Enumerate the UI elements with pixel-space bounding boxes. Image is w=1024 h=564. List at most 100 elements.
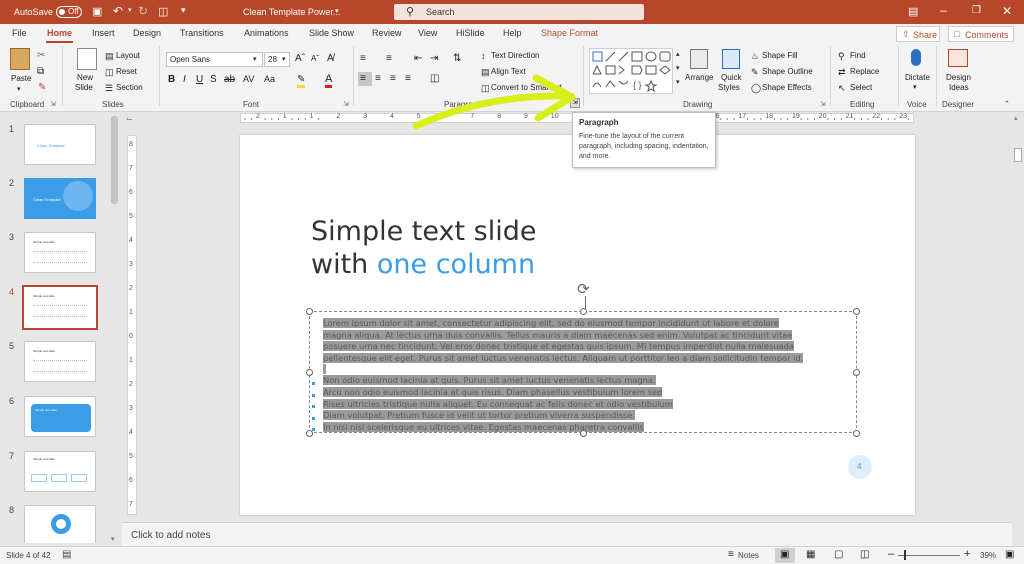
font-size-select[interactable]: 28 ▾ [264,52,290,67]
shapes-gallery[interactable]: { } [589,48,673,94]
new-slide-icon[interactable] [77,48,97,70]
zoom-slider[interactable] [898,555,960,556]
slide-thumbnail-8[interactable] [24,505,96,543]
shape-outline-button[interactable]: Shape Outline [762,67,813,76]
notes-pane[interactable]: Click to add notes [122,522,1012,546]
char-spacing-icon[interactable]: AV [243,74,254,84]
tab-review[interactable]: Review [372,28,402,38]
design-ideas-icon[interactable] [948,49,968,67]
section-button[interactable]: Section [116,83,143,92]
zoom-level[interactable]: 39% [980,551,996,560]
change-case-icon[interactable]: Aa [264,74,275,84]
zoom-in-icon[interactable]: + [964,548,970,560]
new-slide-label[interactable]: New [77,73,93,82]
autosave-toggle[interactable]: Off [56,6,82,18]
slide-thumbnail-2[interactable]: Clean Template [24,178,96,219]
highlight-icon[interactable]: ✎ [297,74,306,88]
zoom-out-icon[interactable]: – [888,548,894,560]
tab-insert[interactable]: Insert [92,28,115,38]
gallery-scroll-down-icon[interactable]: ▾ [676,64,680,72]
font-launcher-icon[interactable]: ⇲ [343,100,349,108]
ribbon-display-icon[interactable]: ▤ [908,5,918,18]
font-family-select[interactable]: Open Sans ▾ [166,52,263,67]
tab-shape-format[interactable]: Shape Format [541,28,598,38]
arrange-icon[interactable] [690,49,708,69]
design-ideas-label-2[interactable]: Ideas [949,83,969,92]
align-center-icon[interactable]: ≡ [375,73,381,84]
select-button[interactable]: Select [850,83,872,92]
tab-transitions[interactable]: Transitions [180,28,224,38]
slide-thumbnail-3[interactable]: Simple text slide [24,232,96,273]
strikethrough-icon[interactable]: ab [224,74,235,85]
resize-handle-bottom-right[interactable] [853,430,860,437]
reset-button[interactable]: Reset [116,67,137,76]
shadow-icon[interactable]: S [210,74,217,85]
save-icon[interactable]: ▣ [92,5,102,18]
slide-thumbnail-4-selected[interactable]: Simple text slide [22,285,98,330]
tab-home[interactable]: Home [47,28,72,38]
scroll-up-icon[interactable]: ▴ [1014,114,1018,122]
clear-format-icon[interactable]: A̸ [327,53,334,64]
new-slide-label-2[interactable]: Slide [75,83,93,92]
notes-button[interactable]: Notes [738,551,759,560]
paste-icon[interactable] [10,48,30,70]
resize-handle-top-right[interactable] [853,308,860,315]
undo-icon[interactable]: ↶ [113,4,123,18]
resize-handle-bottom-left[interactable] [306,430,313,437]
slide-thumbnail-5[interactable]: Simple text slide [24,341,96,382]
quick-styles-label-2[interactable]: Styles [718,83,740,92]
tab-file[interactable]: File [12,28,27,38]
tab-hislide[interactable]: HiSlide [456,28,485,38]
minimize-icon[interactable]: – [940,3,947,17]
format-painter-icon[interactable]: ✎ [38,82,46,93]
design-ideas-label[interactable]: Design [946,73,971,82]
notes-icon[interactable]: ≡ [728,549,734,560]
layout-button[interactable]: Layout [116,51,140,60]
tab-view[interactable]: View [418,28,437,38]
paste-label[interactable]: Paste [11,74,31,83]
font-color-icon[interactable]: A [325,73,333,88]
resize-handle-right[interactable] [853,369,860,376]
align-right-icon[interactable]: ≡ [390,73,396,84]
replace-button[interactable]: Replace [850,67,879,76]
cut-icon[interactable]: ✂ [37,50,45,61]
resize-handle-bottom[interactable] [580,430,587,437]
text-direction-button[interactable]: Text Direction [491,51,539,60]
shape-fill-button[interactable]: Shape Fill [762,51,798,60]
gallery-scroll-up-icon[interactable]: ▴ [676,50,680,58]
share-button[interactable]: ⇧ Share [896,26,940,42]
resize-handle-left[interactable] [306,369,313,376]
reading-view-icon[interactable]: ▢ [834,549,843,560]
clipboard-launcher-icon[interactable]: ⇲ [50,100,56,108]
slide-thumbnail-1[interactable]: Clean Template [24,124,96,165]
find-button[interactable]: Find [850,51,866,60]
paragraph-text[interactable]: Lorem ipsum dolor sit amet, consectetur … [323,318,804,433]
bullets-icon[interactable]: ≡ [360,53,366,64]
dictate-dropdown-icon[interactable]: ▾ [913,83,917,91]
thumbnail-scrollbar[interactable] [111,116,118,204]
tab-animations[interactable]: Animations [244,28,289,38]
accessibility-icon[interactable]: ▤ [62,549,71,560]
slideshow-icon[interactable]: ◫ [158,5,168,18]
redo-icon[interactable]: ↻ [138,4,148,18]
zoom-slider-thumb[interactable] [904,550,906,560]
increase-font-icon[interactable]: Aˆ [295,53,305,64]
tab-help[interactable]: Help [503,28,522,38]
title-dropdown-icon[interactable]: ▾ [335,7,339,15]
microphone-icon[interactable] [911,49,921,66]
italic-icon[interactable]: I [183,74,186,85]
resize-handle-top-left[interactable] [306,308,313,315]
quick-styles-label[interactable]: Quick [721,73,741,82]
shape-effects-button[interactable]: Shape Effects [762,83,812,92]
dictate-label[interactable]: Dictate [905,73,930,82]
slide-canvas[interactable]: Simple text slide with one column ⟳ Lore… [240,135,915,515]
slide-thumbnail-6[interactable]: Simple text slide [24,396,96,437]
paste-dropdown-icon[interactable]: ▾ [17,85,21,93]
close-icon[interactable]: ✕ [1002,4,1012,18]
slide-scrollbar[interactable]: ▴ [1012,112,1024,546]
normal-view-button[interactable]: ▣ [775,548,795,563]
scrollbar-thumb[interactable] [1014,148,1022,162]
tab-design[interactable]: Design [133,28,161,38]
numbering-icon[interactable]: ≡ [386,53,392,64]
arrange-label[interactable]: Arrange [685,73,713,82]
